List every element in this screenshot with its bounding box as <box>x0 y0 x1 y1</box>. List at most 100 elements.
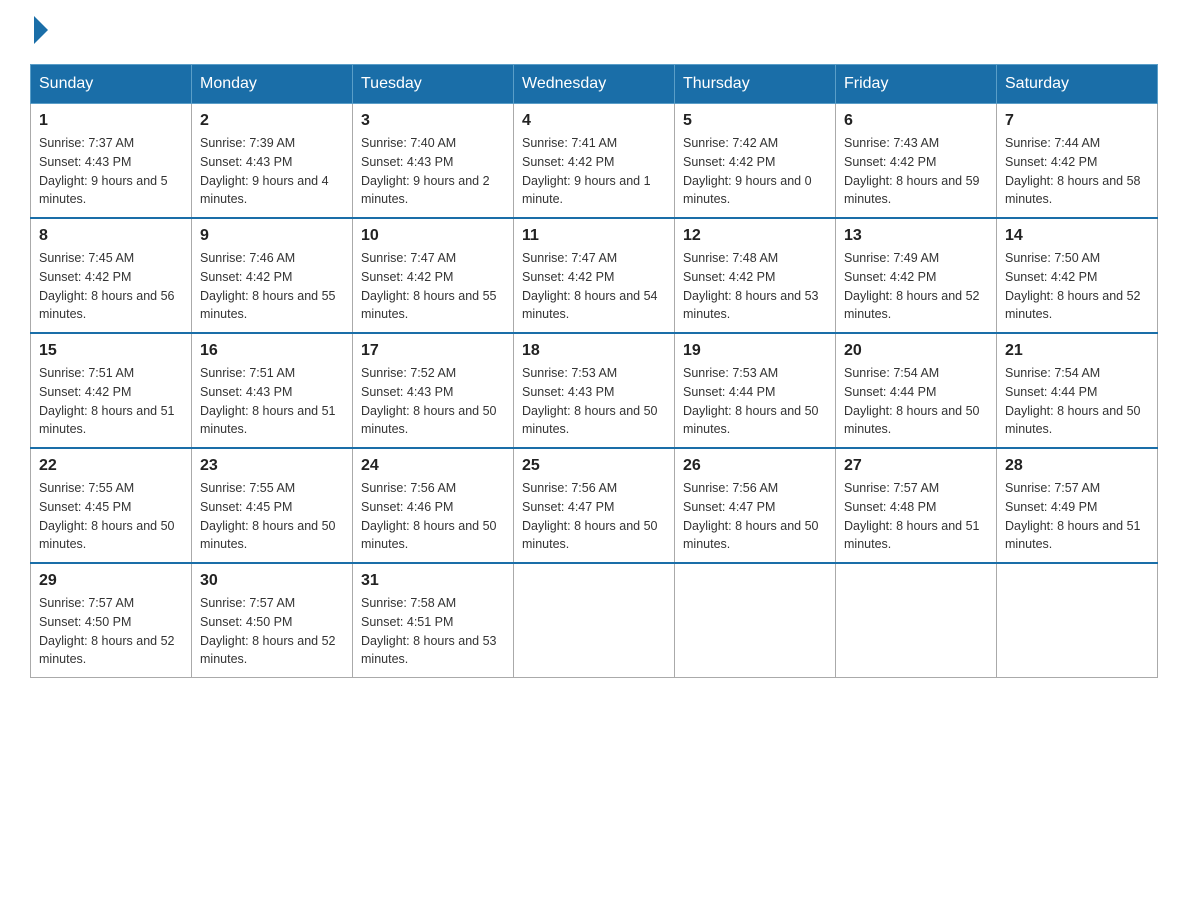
calendar-cell: 1 Sunrise: 7:37 AMSunset: 4:43 PMDaylight… <box>31 104 192 219</box>
day-number: 26 <box>683 457 827 475</box>
day-number: 13 <box>844 227 988 245</box>
day-info: Sunrise: 7:55 AMSunset: 4:45 PMDaylight:… <box>200 479 344 554</box>
calendar-cell: 15 Sunrise: 7:51 AMSunset: 4:42 PMDayligh… <box>31 333 192 448</box>
calendar-cell: 24Sunrise: 7:56 AMSunset: 4:46 PMDayligh… <box>353 448 514 563</box>
day-number: 2 <box>200 112 344 130</box>
calendar-table: SundayMondayTuesdayWednesdayThursdayFrid… <box>30 64 1158 678</box>
day-info: Sunrise: 7:56 AMSunset: 4:47 PMDaylight:… <box>683 479 827 554</box>
day-number: 17 <box>361 342 505 360</box>
day-info: Sunrise: 7:54 AMSunset: 4:44 PMDaylight:… <box>1005 364 1149 439</box>
calendar-cell: 21 Sunrise: 7:54 AMSunset: 4:44 PMDayligh… <box>997 333 1158 448</box>
calendar-cell: 4 Sunrise: 7:41 AMSunset: 4:42 PMDaylight… <box>514 104 675 219</box>
day-number: 24 <box>361 457 505 475</box>
day-number: 1 <box>39 112 183 130</box>
day-number: 21 <box>1005 342 1149 360</box>
day-info: Sunrise: 7:55 AMSunset: 4:45 PMDaylight:… <box>39 479 183 554</box>
calendar-cell: 26 Sunrise: 7:56 AMSunset: 4:47 PMDayligh… <box>675 448 836 563</box>
calendar-week-row: 29 Sunrise: 7:57 AMSunset: 4:50 PMDayligh… <box>31 563 1158 678</box>
day-number: 3 <box>361 112 505 130</box>
day-info: Sunrise: 7:39 AMSunset: 4:43 PMDaylight:… <box>200 134 344 209</box>
day-info: Sunrise: 7:43 AMSunset: 4:42 PMDaylight:… <box>844 134 988 209</box>
weekday-header-tuesday: Tuesday <box>353 65 514 104</box>
calendar-cell: 30 Sunrise: 7:57 AMSunset: 4:50 PMDayligh… <box>192 563 353 678</box>
calendar-week-row: 22 Sunrise: 7:55 AMSunset: 4:45 PMDayligh… <box>31 448 1158 563</box>
day-number: 4 <box>522 112 666 130</box>
calendar-cell: 23 Sunrise: 7:55 AMSunset: 4:45 PMDayligh… <box>192 448 353 563</box>
day-number: 16 <box>200 342 344 360</box>
day-info: Sunrise: 7:57 AMSunset: 4:50 PMDaylight:… <box>200 594 344 669</box>
calendar-week-row: 15 Sunrise: 7:51 AMSunset: 4:42 PMDayligh… <box>31 333 1158 448</box>
day-number: 29 <box>39 572 183 590</box>
weekday-header-sunday: Sunday <box>31 65 192 104</box>
calendar-cell <box>675 563 836 678</box>
day-number: 8 <box>39 227 183 245</box>
day-number: 30 <box>200 572 344 590</box>
weekday-header-row: SundayMondayTuesdayWednesdayThursdayFrid… <box>31 65 1158 104</box>
logo <box>30 20 48 44</box>
day-info: Sunrise: 7:42 AMSunset: 4:42 PMDaylight:… <box>683 134 827 209</box>
day-info: Sunrise: 7:47 AMSunset: 4:42 PMDaylight:… <box>361 249 505 324</box>
day-info: Sunrise: 7:54 AMSunset: 4:44 PMDaylight:… <box>844 364 988 439</box>
day-number: 22 <box>39 457 183 475</box>
day-number: 9 <box>200 227 344 245</box>
calendar-cell: 7 Sunrise: 7:44 AMSunset: 4:42 PMDaylight… <box>997 104 1158 219</box>
day-info: Sunrise: 7:41 AMSunset: 4:42 PMDaylight:… <box>522 134 666 209</box>
day-info: Sunrise: 7:57 AMSunset: 4:48 PMDaylight:… <box>844 479 988 554</box>
day-info: Sunrise: 7:57 AMSunset: 4:50 PMDaylight:… <box>39 594 183 669</box>
day-number: 23 <box>200 457 344 475</box>
day-info: Sunrise: 7:46 AMSunset: 4:42 PMDaylight:… <box>200 249 344 324</box>
day-number: 19 <box>683 342 827 360</box>
calendar-cell: 17 Sunrise: 7:52 AMSunset: 4:43 PMDayligh… <box>353 333 514 448</box>
day-info: Sunrise: 7:44 AMSunset: 4:42 PMDaylight:… <box>1005 134 1149 209</box>
calendar-cell <box>997 563 1158 678</box>
day-number: 7 <box>1005 112 1149 130</box>
calendar-cell: 31 Sunrise: 7:58 AMSunset: 4:51 PMDayligh… <box>353 563 514 678</box>
day-number: 15 <box>39 342 183 360</box>
day-info: Sunrise: 7:53 AMSunset: 4:43 PMDaylight:… <box>522 364 666 439</box>
calendar-cell: 13 Sunrise: 7:49 AMSunset: 4:42 PMDayligh… <box>836 218 997 333</box>
weekday-header-monday: Monday <box>192 65 353 104</box>
calendar-cell: 11Sunrise: 7:47 AMSunset: 4:42 PMDayligh… <box>514 218 675 333</box>
calendar-cell: 10 Sunrise: 7:47 AMSunset: 4:42 PMDayligh… <box>353 218 514 333</box>
day-info: Sunrise: 7:49 AMSunset: 4:42 PMDaylight:… <box>844 249 988 324</box>
day-info: Sunrise: 7:51 AMSunset: 4:42 PMDaylight:… <box>39 364 183 439</box>
day-number: 14 <box>1005 227 1149 245</box>
weekday-header-friday: Friday <box>836 65 997 104</box>
calendar-cell <box>514 563 675 678</box>
calendar-cell: 14 Sunrise: 7:50 AMSunset: 4:42 PMDayligh… <box>997 218 1158 333</box>
day-info: Sunrise: 7:52 AMSunset: 4:43 PMDaylight:… <box>361 364 505 439</box>
day-info: Sunrise: 7:45 AMSunset: 4:42 PMDaylight:… <box>39 249 183 324</box>
calendar-cell <box>836 563 997 678</box>
calendar-cell: 9 Sunrise: 7:46 AMSunset: 4:42 PMDaylight… <box>192 218 353 333</box>
calendar-cell: 16Sunrise: 7:51 AMSunset: 4:43 PMDayligh… <box>192 333 353 448</box>
calendar-week-row: 8 Sunrise: 7:45 AMSunset: 4:42 PMDaylight… <box>31 218 1158 333</box>
day-info: Sunrise: 7:57 AMSunset: 4:49 PMDaylight:… <box>1005 479 1149 554</box>
day-number: 20 <box>844 342 988 360</box>
day-info: Sunrise: 7:50 AMSunset: 4:42 PMDaylight:… <box>1005 249 1149 324</box>
day-info: Sunrise: 7:37 AMSunset: 4:43 PMDaylight:… <box>39 134 183 209</box>
calendar-cell: 12Sunrise: 7:48 AMSunset: 4:42 PMDayligh… <box>675 218 836 333</box>
day-number: 12 <box>683 227 827 245</box>
day-info: Sunrise: 7:47 AMSunset: 4:42 PMDaylight:… <box>522 249 666 324</box>
calendar-cell: 5 Sunrise: 7:42 AMSunset: 4:42 PMDaylight… <box>675 104 836 219</box>
logo-arrow-icon <box>34 16 48 44</box>
calendar-cell: 2 Sunrise: 7:39 AMSunset: 4:43 PMDaylight… <box>192 104 353 219</box>
day-number: 31 <box>361 572 505 590</box>
calendar-week-row: 1 Sunrise: 7:37 AMSunset: 4:43 PMDaylight… <box>31 104 1158 219</box>
weekday-header-saturday: Saturday <box>997 65 1158 104</box>
calendar-cell: 28Sunrise: 7:57 AMSunset: 4:49 PMDayligh… <box>997 448 1158 563</box>
day-number: 10 <box>361 227 505 245</box>
day-number: 5 <box>683 112 827 130</box>
day-info: Sunrise: 7:58 AMSunset: 4:51 PMDaylight:… <box>361 594 505 669</box>
calendar-cell: 8 Sunrise: 7:45 AMSunset: 4:42 PMDaylight… <box>31 218 192 333</box>
calendar-cell: 22 Sunrise: 7:55 AMSunset: 4:45 PMDayligh… <box>31 448 192 563</box>
day-number: 25 <box>522 457 666 475</box>
calendar-cell: 27Sunrise: 7:57 AMSunset: 4:48 PMDayligh… <box>836 448 997 563</box>
weekday-header-thursday: Thursday <box>675 65 836 104</box>
page-header <box>30 20 1158 44</box>
day-number: 18 <box>522 342 666 360</box>
day-info: Sunrise: 7:40 AMSunset: 4:43 PMDaylight:… <box>361 134 505 209</box>
weekday-header-wednesday: Wednesday <box>514 65 675 104</box>
day-number: 6 <box>844 112 988 130</box>
calendar-cell: 20 Sunrise: 7:54 AMSunset: 4:44 PMDayligh… <box>836 333 997 448</box>
